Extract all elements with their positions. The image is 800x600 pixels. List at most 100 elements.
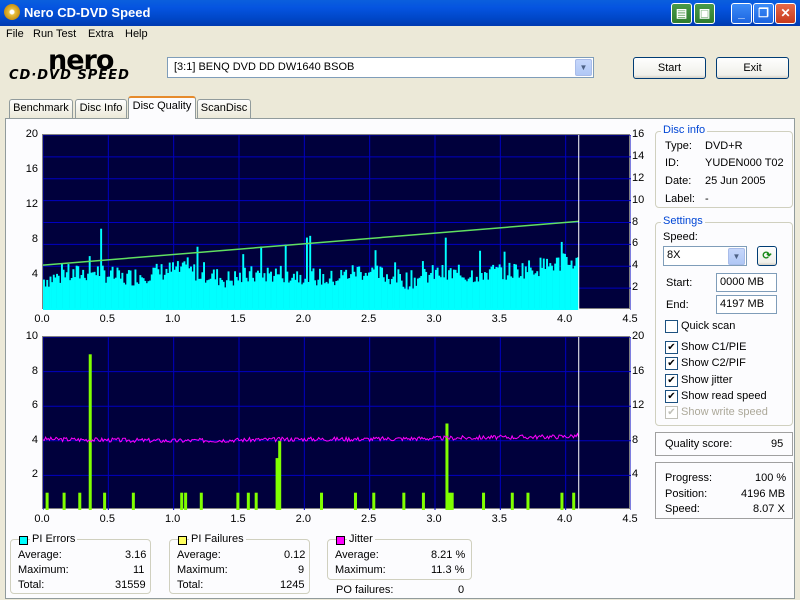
start-input[interactable]: 0000 MB [716, 273, 777, 292]
pi-failures-bar [275, 458, 279, 510]
show-read-speed-checkbox[interactable]: ✔ [665, 390, 678, 403]
settings-title: Settings [661, 215, 705, 227]
pi-failures-bar [199, 492, 203, 510]
pif-max-value: 9 [298, 564, 305, 576]
grid-lines [43, 337, 631, 510]
pi-failures-bar [560, 492, 564, 510]
end-label: End: [666, 299, 689, 311]
date-value: 25 Jun 2005 [705, 175, 766, 187]
show-c1-label: Show C1/PIE [681, 341, 747, 353]
menu-file[interactable]: File [6, 28, 24, 40]
end-input[interactable]: 4197 MB [716, 295, 777, 314]
show-c2-checkbox[interactable]: ✔ [665, 357, 678, 370]
y-tick-label: 20 [25, 128, 38, 140]
position-label: Position: [665, 488, 708, 500]
progress-label: Progress: [665, 472, 713, 484]
id-label: ID: [665, 157, 680, 169]
po-failures-value: 0 [458, 584, 465, 596]
x-tick-label: 2.5 [361, 313, 377, 325]
tab-disc-info[interactable]: Disc Info [75, 99, 127, 118]
x-tick-label: 1.0 [165, 513, 181, 525]
tab-disc-quality[interactable]: Disc Quality [128, 96, 196, 119]
jitter-title: Jitter [347, 533, 375, 545]
pie-max-value: 11 [133, 564, 145, 576]
x-tick-label: 2.0 [295, 513, 311, 525]
y-tick-label: 12 [25, 198, 38, 210]
show-jitter-checkbox[interactable]: ✔ [665, 374, 678, 387]
show-c2-label: Show C2/PIF [681, 357, 746, 369]
pi-failures-chart [42, 336, 631, 510]
quick-scan-checkbox[interactable] [665, 320, 678, 333]
speed-label: Speed: [663, 231, 698, 243]
tab-scandisc[interactable]: ScanDisc [197, 99, 251, 118]
pi-failures-bar [180, 492, 184, 510]
app-icon [4, 4, 20, 20]
menu-help[interactable]: Help [125, 28, 148, 40]
x-tick-label: 4.5 [622, 513, 638, 525]
window-title: Nero CD-DVD Speed [24, 5, 151, 20]
x-tick-label: 3.5 [491, 313, 507, 325]
type-value: DVD+R [705, 140, 743, 152]
menu-run-test[interactable]: Run Test [33, 28, 76, 40]
menu-extra[interactable]: Extra [88, 28, 114, 40]
title-bar: Nero CD-DVD Speed ▤ ▣ _ ❐ ✕ [0, 0, 800, 26]
pi-failures-bar [184, 492, 188, 510]
pi-failures-bar [278, 440, 282, 510]
x-tick-label: 4.0 [557, 513, 573, 525]
pi-failures-bar [88, 354, 92, 510]
y-tick-label: 4 [31, 268, 38, 280]
pi-errors-chart [42, 134, 631, 310]
quality-score-value: 95 [771, 438, 784, 450]
maximize-button[interactable]: ❐ [753, 3, 774, 24]
exit-button[interactable]: Exit [716, 57, 789, 79]
progress-value: 100 % [755, 472, 787, 484]
jitter-legend-swatch [336, 536, 345, 545]
speed-readout-label: Speed: [665, 503, 700, 515]
speed-select[interactable]: 8X ▼ [663, 246, 747, 266]
start-button[interactable]: Start [633, 57, 706, 79]
pi-failures-bar [45, 492, 49, 510]
label-label: Label: [665, 193, 695, 205]
show-write-speed-label: Show write speed [681, 406, 768, 418]
pi-failures-bar [254, 492, 258, 510]
show-c1-checkbox[interactable]: ✔ [665, 341, 678, 354]
chevron-down-icon[interactable]: ▼ [575, 59, 592, 76]
label-value: - [705, 193, 709, 205]
pie-max-label: Maximum: [18, 564, 69, 576]
x-tick-label: 0.5 [99, 313, 115, 325]
y-tick-label: 4 [31, 433, 38, 446]
jitter-avg-value: 8.21 % [431, 549, 466, 561]
date-label: Date: [665, 175, 692, 187]
id-value: YUDEN000 T02 [705, 157, 784, 169]
x-tick-label: 2.0 [295, 313, 311, 325]
pi-errors-legend-swatch [19, 536, 28, 545]
x-tick-label: 3.0 [426, 313, 442, 325]
y-tick-label: 10 [25, 330, 38, 342]
minimize-button[interactable]: _ [731, 3, 752, 24]
tab-benchmark[interactable]: Benchmark [9, 99, 73, 118]
y-tick-label: 8 [31, 233, 38, 245]
quick-scan-label: Quick scan [681, 320, 736, 332]
pi-failures-bar [353, 492, 357, 510]
mini-view-icon[interactable]: ▤ [671, 3, 692, 24]
drive-select-value: [3:1] BENQ DVD DD DW1640 BSOB [174, 61, 355, 73]
x-tick-label: 2.5 [361, 513, 377, 525]
pi-failures-bars [45, 354, 576, 510]
start-label: Start: [666, 277, 693, 289]
pi-failures-bar [526, 492, 530, 510]
drive-select[interactable]: [3:1] BENQ DVD DD DW1640 BSOB ▼ [167, 57, 594, 78]
speed-chevron-down-icon[interactable]: ▼ [728, 248, 745, 265]
jitter-max-value: 11.3 % [431, 564, 465, 576]
pi-failures-bar [78, 492, 82, 510]
pi-failures-bar [450, 492, 454, 510]
save-icon[interactable]: ▣ [694, 3, 715, 24]
pi-failures-bar [372, 492, 376, 510]
x-tick-label: 0.5 [99, 513, 115, 525]
disc-info-title: Disc info [661, 124, 708, 136]
refresh-icon[interactable]: ⟳ [757, 246, 777, 266]
position-value: 4196 MB [741, 488, 786, 500]
close-button[interactable]: ✕ [775, 3, 796, 24]
x-tick-label: 0.0 [34, 313, 50, 325]
pi-failures-bar [62, 492, 66, 510]
pif-total-label: Total: [177, 579, 204, 591]
